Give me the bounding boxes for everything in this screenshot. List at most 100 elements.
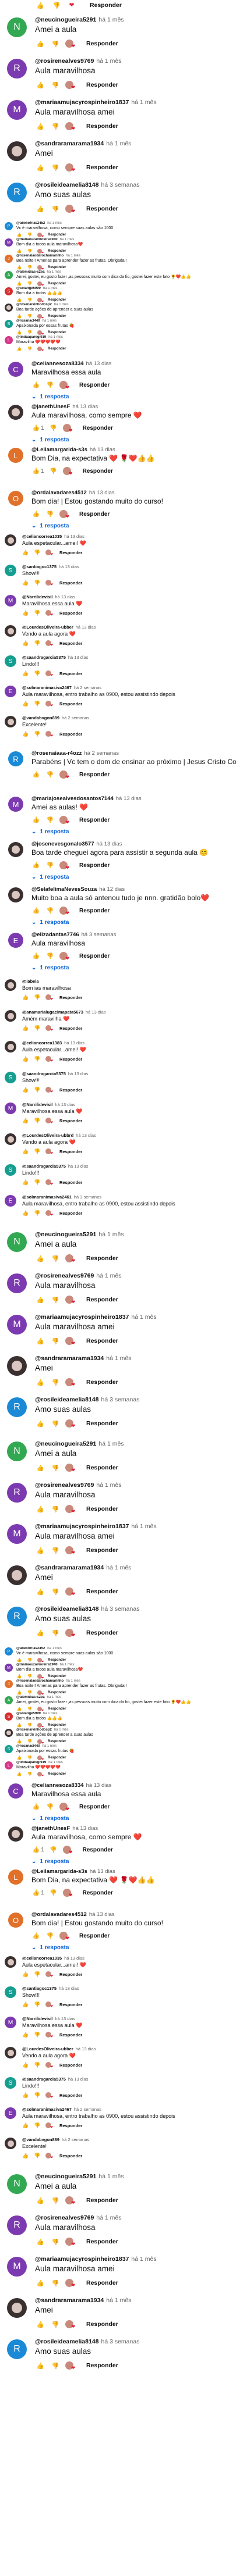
avatar[interactable]: M bbox=[7, 1315, 27, 1335]
dislike-icon[interactable]: 👎 bbox=[50, 2321, 61, 2328]
like-icon[interactable]: 👍 bbox=[35, 2362, 45, 2370]
dislike-icon[interactable]: 👎 bbox=[34, 1148, 41, 1155]
comment-time[interactable]: há 1 mês bbox=[48, 1761, 63, 1764]
reply-button[interactable]: Responder bbox=[59, 2002, 82, 2007]
like-icon[interactable]: 👍 bbox=[35, 1379, 45, 1386]
comment-time[interactable]: há 13 dias bbox=[76, 2046, 96, 2051]
like-icon[interactable]: 👍 bbox=[22, 701, 29, 707]
avatar[interactable]: S bbox=[5, 1986, 16, 1998]
reply-button[interactable]: Responder bbox=[86, 205, 118, 212]
comment-author[interactable]: @janethUnesF bbox=[31, 404, 70, 410]
like-icon[interactable]: 👍 bbox=[31, 1890, 41, 1896]
comment-time[interactable]: há 12 dias bbox=[99, 886, 125, 893]
avatar[interactable]: R bbox=[7, 59, 27, 79]
like-icon[interactable]: 👍 bbox=[35, 1505, 45, 1513]
like-icon[interactable]: 👍 bbox=[16, 1723, 22, 1728]
comment-author[interactable]: @janethUnesF bbox=[31, 1825, 70, 1832]
avatar[interactable]: S bbox=[5, 655, 16, 667]
avatar[interactable]: R bbox=[8, 751, 23, 766]
dislike-icon[interactable]: 👎 bbox=[27, 1674, 33, 1679]
comment-time[interactable]: há 1 mês bbox=[54, 303, 69, 306]
like-icon[interactable]: 👍 bbox=[22, 610, 29, 616]
comment-author[interactable]: @sandraramarama1934 bbox=[35, 1355, 104, 1362]
like-icon[interactable]: 👍 bbox=[35, 81, 45, 89]
comment-time[interactable]: há 13 dias bbox=[72, 1825, 98, 1832]
avatar[interactable]: M bbox=[7, 2257, 27, 2277]
comment-time[interactable]: há 13 dias bbox=[76, 625, 96, 630]
comment-author[interactable]: @rosileideamelia8148 bbox=[35, 1605, 98, 1612]
view-replies-button[interactable]: ⌄ 1 resposta bbox=[31, 521, 236, 530]
dislike-icon[interactable]: 👎 bbox=[27, 233, 33, 237]
comment-author[interactable]: @sandraramarama1934 bbox=[35, 2297, 104, 2304]
reply-button[interactable]: Responder bbox=[48, 1756, 66, 1760]
avatar[interactable] bbox=[5, 2138, 16, 2149]
dislike-icon[interactable]: 👎 bbox=[50, 40, 61, 48]
comment-time[interactable]: há 1 mês bbox=[131, 1314, 156, 1321]
like-icon[interactable]: 👍 bbox=[31, 908, 41, 914]
comment-author[interactable]: @mariaamujacyrospinheiro1837 bbox=[35, 99, 129, 106]
avatar[interactable] bbox=[8, 1826, 23, 1842]
comment-author[interactable]: @celiancorrea1035 bbox=[22, 534, 62, 539]
avatar[interactable] bbox=[5, 1729, 13, 1737]
reply-button[interactable]: Responder bbox=[48, 1740, 66, 1743]
comment-time[interactable]: há 1 mês bbox=[98, 16, 124, 23]
comment-time[interactable]: há 13 dias bbox=[96, 841, 122, 847]
comment-time[interactable]: há 2 semanas bbox=[62, 715, 89, 720]
comment-time[interactable]: há 13 dias bbox=[116, 795, 142, 802]
comment-time[interactable]: há 13 dias bbox=[86, 1782, 112, 1789]
dislike-icon[interactable]: 👎 bbox=[34, 1056, 41, 1062]
comment-author[interactable]: @neucinogueira5291 bbox=[35, 1231, 96, 1238]
reply-button[interactable]: Responder bbox=[59, 1211, 82, 1216]
avatar[interactable]: S bbox=[5, 1712, 13, 1721]
like-icon[interactable]: 👍 bbox=[31, 468, 41, 474]
comment-author[interactable]: @lindaaparegi919 bbox=[16, 1761, 46, 1764]
like-icon[interactable]: 👍 bbox=[35, 2321, 45, 2328]
comment-author[interactable]: @lindaaparegi919 bbox=[16, 336, 46, 339]
comment-author[interactable]: @solmaranimasiva2461 bbox=[22, 1194, 72, 1200]
reply-button[interactable]: Responder bbox=[86, 2279, 118, 2286]
dislike-icon[interactable]: 👎 bbox=[34, 1971, 41, 1978]
dislike-icon[interactable]: 👎 bbox=[50, 1464, 61, 1472]
comment-time[interactable]: há 3 semanas bbox=[74, 1194, 101, 1200]
like-icon[interactable]: 👍 bbox=[31, 1847, 41, 1853]
dislike-icon[interactable]: 👎 bbox=[34, 580, 41, 586]
reply-button[interactable]: Responder bbox=[59, 1180, 82, 1185]
like-icon[interactable]: 👍 bbox=[16, 1739, 22, 1744]
reply-button[interactable]: Responder bbox=[59, 2063, 82, 2068]
comment-author[interactable]: @ordalavadares4512 bbox=[31, 1911, 87, 1918]
like-icon[interactable]: 👍 bbox=[16, 1707, 22, 1711]
view-replies-button[interactable]: ⌄ 1 resposta bbox=[31, 392, 236, 401]
view-replies-button[interactable]: ⌄ 1 resposta bbox=[31, 435, 236, 444]
like-icon[interactable]: 👍 bbox=[35, 1629, 45, 1637]
comment-author[interactable]: @ordalavadares4512 bbox=[31, 490, 87, 496]
comment-author[interactable]: @rosanacl440 bbox=[16, 319, 40, 323]
avatar[interactable] bbox=[5, 1041, 16, 1052]
comment-time[interactable]: há 13 dias bbox=[89, 490, 115, 496]
dislike-icon[interactable]: 👎 bbox=[45, 817, 55, 823]
comment-time[interactable]: há 2 semanas bbox=[74, 685, 101, 690]
comment-time[interactable]: há 1 mês bbox=[47, 222, 62, 225]
comment-author[interactable]: @solmaranimasiva2467 bbox=[22, 685, 72, 690]
dislike-icon[interactable]: 👎 bbox=[34, 1179, 41, 1186]
comment-time[interactable]: há 13 dias bbox=[76, 1133, 96, 1138]
avatar[interactable] bbox=[5, 1956, 16, 1968]
comment-author[interactable]: @solmaranimasiva2467 bbox=[22, 2107, 72, 2112]
avatar[interactable]: M bbox=[7, 100, 27, 120]
comment-time[interactable]: há 1 mês bbox=[106, 140, 131, 147]
reply-button[interactable]: Responder bbox=[48, 298, 66, 302]
reply-button[interactable]: Responder bbox=[48, 1691, 66, 1694]
comment-time[interactable]: há 1 mês bbox=[106, 1564, 131, 1571]
comment-author[interactable]: @alemidias-s2ea bbox=[16, 270, 45, 274]
reply-button[interactable]: Responder bbox=[86, 1420, 118, 1427]
dislike-icon[interactable]: 👎 bbox=[50, 1379, 61, 1386]
dislike-icon[interactable]: 👎 bbox=[27, 1772, 33, 1776]
reply-button[interactable]: Responder bbox=[48, 249, 66, 253]
comment-author[interactable]: @celiannesoza8334 bbox=[31, 361, 84, 367]
reply-button[interactable]: Responder bbox=[86, 1464, 118, 1471]
dislike-icon[interactable]: 👎 bbox=[27, 1707, 33, 1711]
like-icon[interactable]: 👍 bbox=[22, 1179, 29, 1186]
avatar[interactable]: E bbox=[8, 933, 23, 948]
comment-time[interactable]: há 13 dias bbox=[55, 2016, 75, 2021]
reply-button[interactable]: Responder bbox=[59, 2093, 82, 2098]
reply-button[interactable]: Responder bbox=[86, 40, 118, 47]
